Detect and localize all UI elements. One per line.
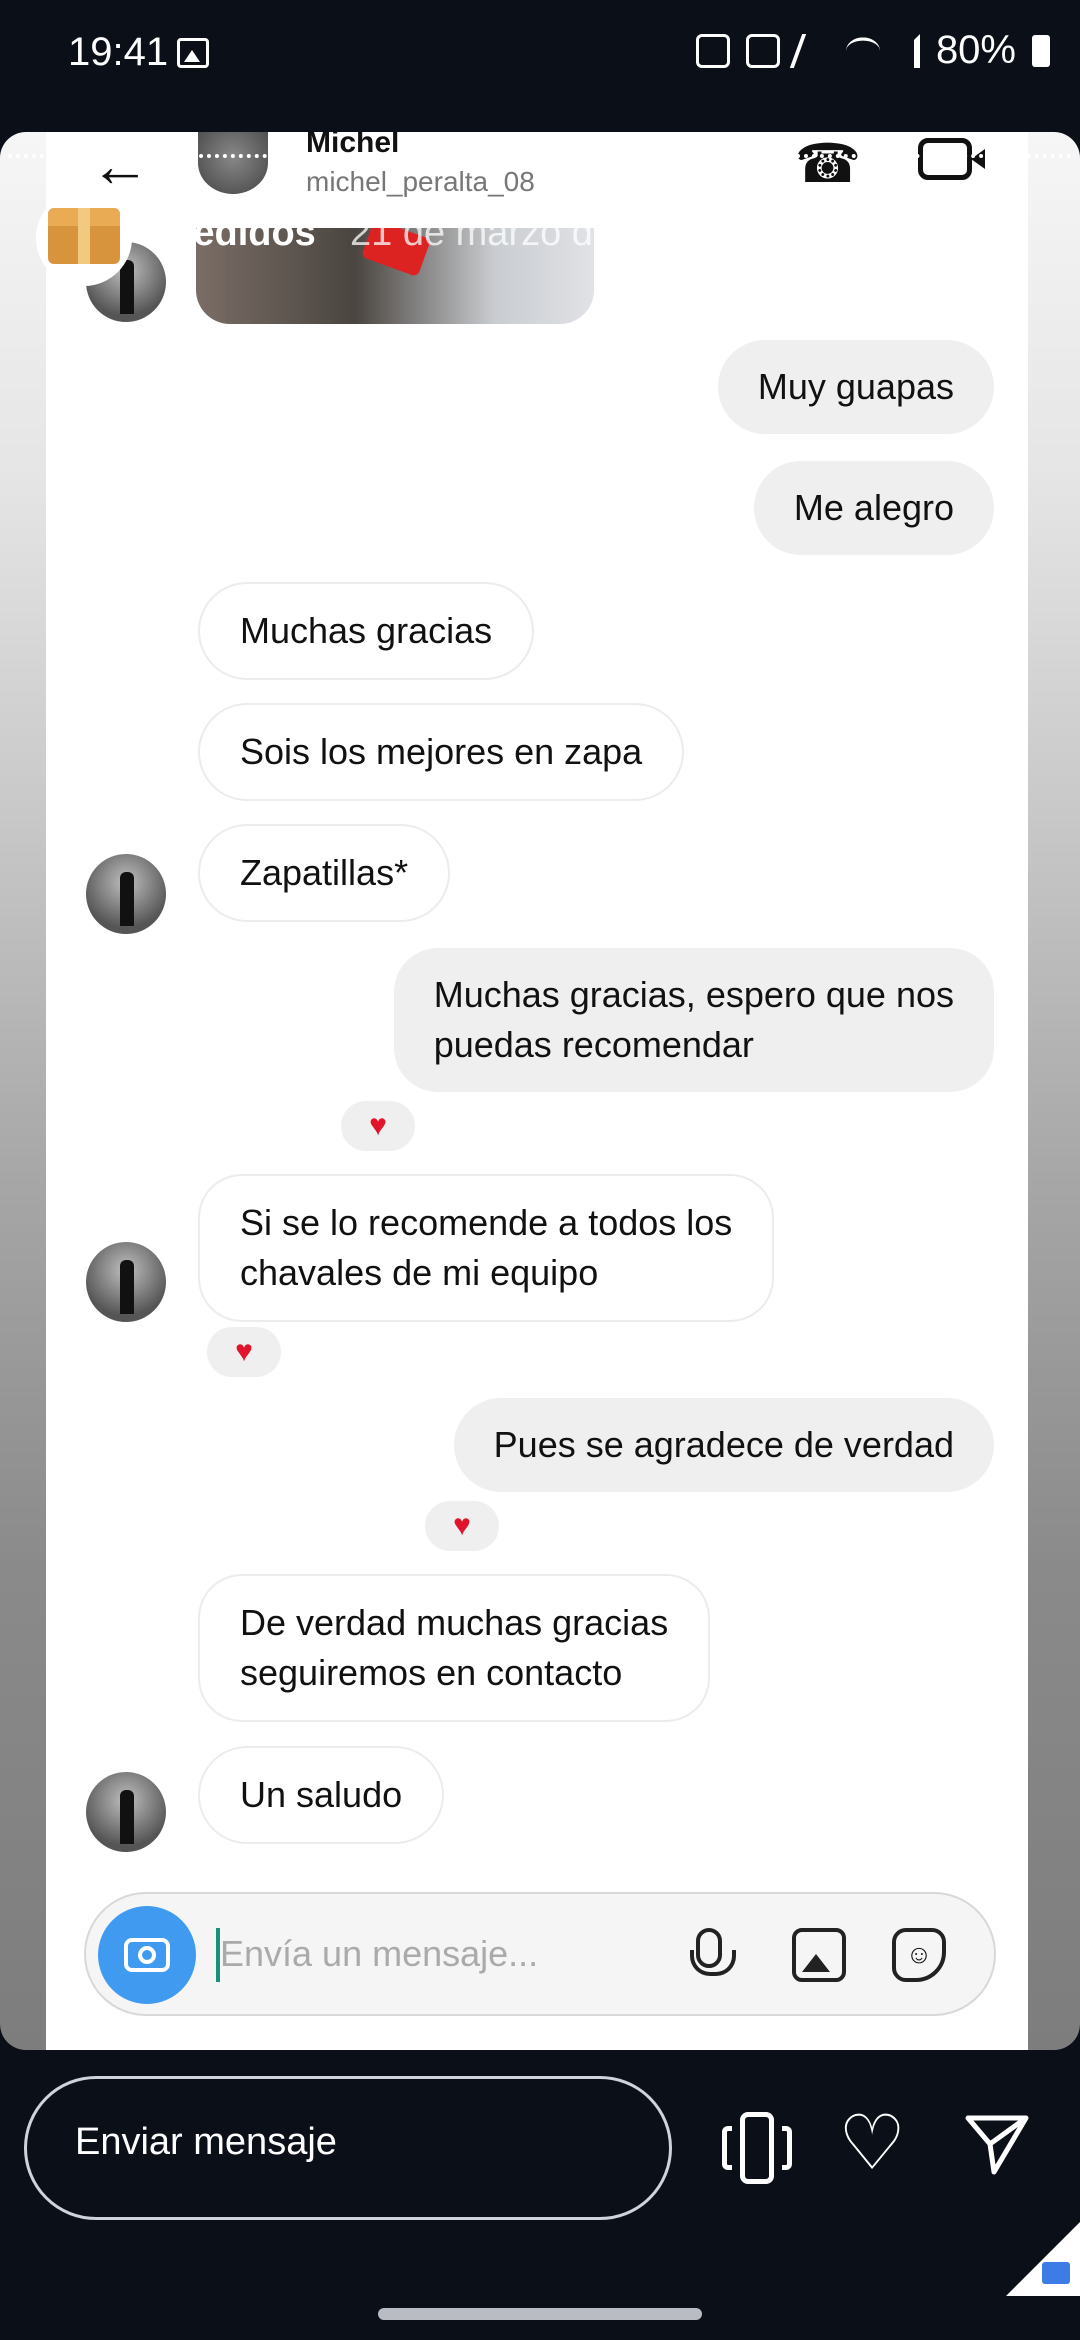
battery-icon — [1032, 34, 1050, 67]
signal-icon — [896, 33, 920, 68]
gallery-icon[interactable] — [792, 1928, 846, 1982]
message-bubble-received: De verdad muchas gracias seguiremos en c… — [198, 1574, 711, 1722]
story-progress-bar — [8, 154, 1072, 158]
sender-avatar — [86, 1772, 166, 1852]
message-bubble-sent: Muy guapas — [717, 340, 994, 434]
status-time: 19:41 — [68, 30, 169, 74]
heart-reaction[interactable]: ♥ — [338, 1098, 418, 1154]
battery-percent: 80% — [935, 28, 1016, 72]
rotate-screen-icon[interactable] — [722, 2112, 792, 2184]
contact-handle: michel_peralta_08 — [306, 166, 535, 197]
package-box-icon — [48, 208, 120, 264]
video-call-icon — [918, 138, 985, 180]
message-bubble-received: Sois los mejores en zapa — [198, 703, 685, 801]
chat-screenshot: ← Michel michel_peralta_08 ☎ Muy guapas … — [46, 132, 1028, 2050]
message-bubble-received: Muchas gracias — [198, 582, 535, 680]
message-bubble-sent: Muchas gracias, espero que nos puedas re… — [393, 948, 994, 1092]
camera-button[interactable] — [98, 1906, 196, 2004]
camera-lens-icon — [138, 1946, 156, 1964]
message-input[interactable] — [220, 1924, 640, 1984]
status-bar: 19:41 80% — [0, 0, 1080, 104]
chat-header: ← Michel michel_peralta_08 ☎ — [46, 132, 1028, 212]
more-options-icon[interactable]: ⋮ — [996, 196, 1036, 266]
wifi-icon — [845, 36, 880, 64]
message-bubble-received: Un saludo — [198, 1746, 445, 1844]
home-indicator[interactable] — [378, 2308, 702, 2320]
back-arrow-icon: ← — [90, 132, 150, 199]
corner-badge — [1006, 2222, 1080, 2296]
reply-placeholder: Enviar mensaje — [75, 2121, 337, 2163]
message-bubble-sent: Me alegro — [753, 461, 994, 555]
story-username[interactable]: Pedidos — [168, 212, 316, 255]
story-date: 21 de marzo de 2022 — [350, 212, 710, 254]
message-bubble-received: Si se lo recomende a todos los chavales … — [198, 1174, 775, 1322]
send-icon[interactable] — [962, 2110, 1032, 2180]
story-card[interactable]: ← Michel michel_peralta_08 ☎ Muy guapas … — [0, 132, 1080, 2050]
microphone-icon[interactable] — [690, 1928, 736, 1976]
heart-like-icon[interactable]: ♡ — [838, 2106, 906, 2182]
gallery-icon — [177, 38, 209, 68]
message-composer: ☺ — [84, 1892, 996, 2016]
phone-call-icon: ☎ — [794, 134, 862, 194]
story-avatar[interactable] — [36, 190, 132, 286]
heart-reaction[interactable]: ♥ — [204, 1324, 284, 1380]
contact-avatar — [198, 132, 268, 194]
mute-icon — [789, 33, 837, 68]
sender-avatar — [86, 854, 166, 934]
reply-input[interactable]: Enviar mensaje — [24, 2076, 672, 2220]
nfc-icon — [745, 33, 780, 68]
upload-icon — [695, 33, 730, 68]
status-icons: 80% — [695, 28, 1050, 73]
sender-avatar — [86, 1242, 166, 1322]
message-bubble-sent: Pues se agradece de verdad — [453, 1398, 994, 1492]
heart-reaction[interactable]: ♥ — [422, 1498, 502, 1554]
upload-folder-icon — [1042, 2262, 1070, 2284]
message-bubble-received: Zapatillas* — [198, 824, 451, 922]
sticker-icon[interactable]: ☺ — [892, 1928, 946, 1982]
